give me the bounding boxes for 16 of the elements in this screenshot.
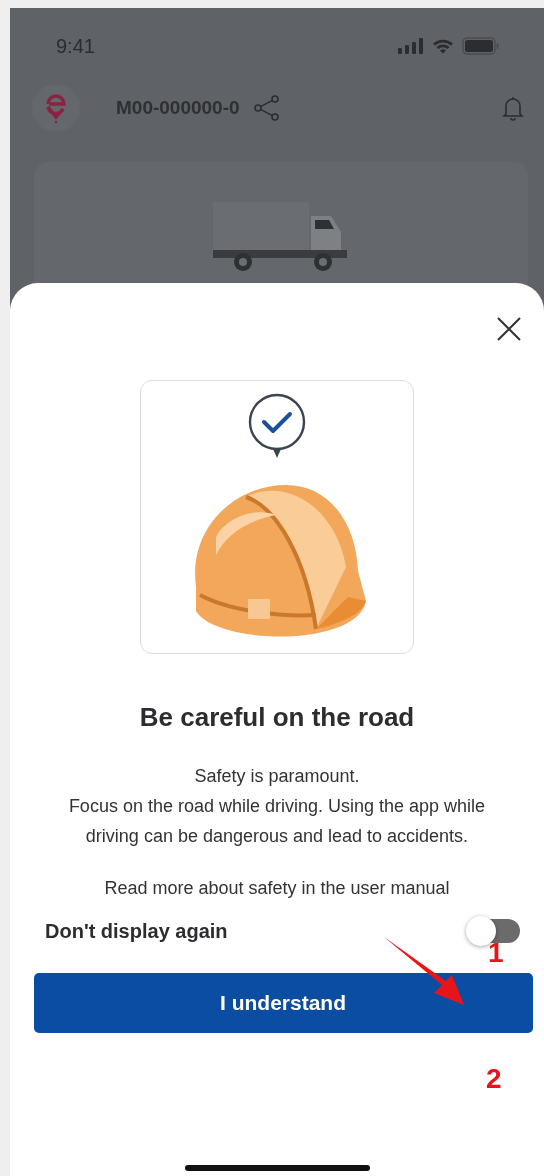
notification-bell-icon[interactable] — [502, 95, 524, 121]
close-button[interactable] — [496, 316, 522, 342]
toggle-label: Don't display again — [45, 919, 228, 943]
dialog-title: Be careful on the road — [139, 702, 415, 733]
understand-button[interactable]: I understand — [33, 973, 533, 1033]
annotation-number: 2 — [486, 1063, 502, 1095]
signal-icon — [398, 38, 424, 54]
battery-icon — [462, 37, 500, 55]
dialog-message: Safety is paramount. — [193, 765, 361, 788]
share-icon[interactable] — [253, 95, 280, 121]
annotation-number: 1 — [488, 937, 504, 969]
manual-note: Read more about safety in the user manual — [104, 878, 450, 899]
app-logo[interactable] — [32, 84, 80, 132]
toggle-switch[interactable] — [468, 919, 520, 943]
dialog-message: Focus on the road while driving. Using the app while driving can be dangerous and lead to accidents. — [67, 795, 487, 848]
wifi-icon — [432, 38, 454, 54]
